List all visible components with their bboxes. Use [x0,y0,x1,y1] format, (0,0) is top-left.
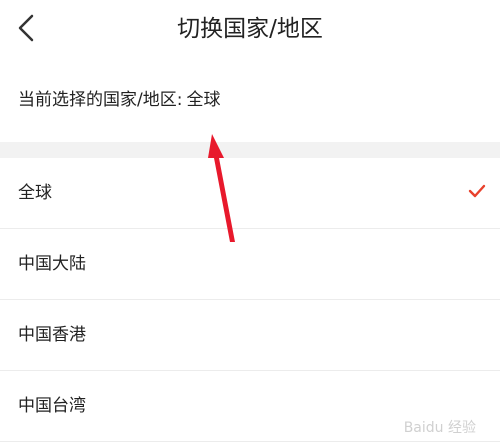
current-region-value: 全球 [186,90,221,110]
current-region: 当前选择的国家/地区: 全球 [18,88,220,112]
current-region-label: 当前选择的国家/地区: [18,90,183,110]
region-item-hong-kong[interactable]: 中国香港 [0,300,500,371]
region-item-label: 全球 [18,183,52,203]
annotation-arrow-icon [208,134,235,242]
region-item-label: 中国香港 [18,325,86,345]
region-item-label: 中国大陆 [18,254,86,274]
region-item-label: 中国台湾 [18,396,86,416]
watermark: Baidu 经验 [403,420,476,436]
checkmark-icon [468,184,486,198]
page-title: 切换国家/地区 [177,16,323,42]
header-bar: 切换国家/地区 [0,0,500,64]
region-switch-screen: 切换国家/地区 当前选择的国家/地区: 全球 全球 中国大陆 中国香港 中国台湾 … [0,0,500,443]
